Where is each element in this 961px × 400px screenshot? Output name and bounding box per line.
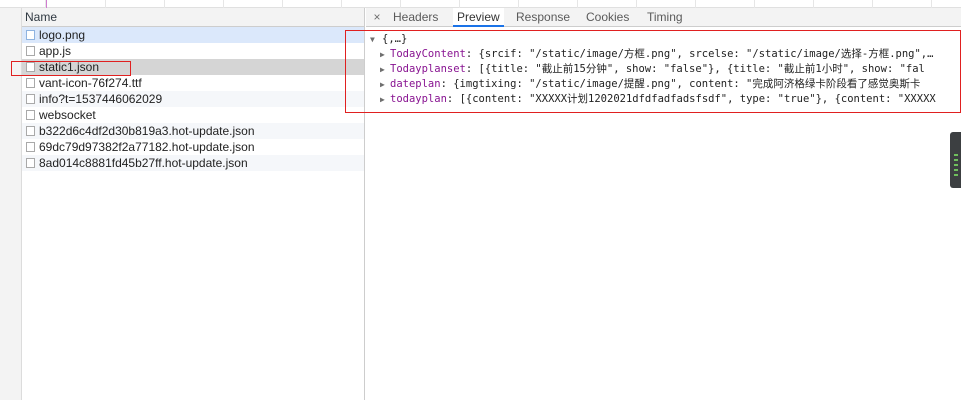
- overview-tick: [931, 0, 932, 8]
- request-row-info[interactable]: info?t=1537446062029: [22, 91, 364, 107]
- overview-strip: [0, 0, 961, 8]
- json-node-todayplan[interactable]: ▶ todayplan: [{content: "XXXXX计划1202021d…: [366, 92, 961, 107]
- overview-tick: [695, 0, 696, 8]
- file-icon: [26, 94, 35, 104]
- detail-tabbar: × Headers Preview Response Cookies Timin…: [366, 8, 961, 27]
- overview-tick: [164, 0, 165, 8]
- request-name: 8ad014c8881fd45b27ff.hot-update.json: [39, 156, 248, 170]
- json-value: [{content: "XXXXX计划1202021dfdfadfadsfsdf…: [459, 93, 936, 105]
- file-icon: [26, 126, 35, 136]
- tab-preview[interactable]: Preview: [453, 8, 504, 27]
- triangle-right-icon[interactable]: ▶: [380, 62, 385, 77]
- request-rows: logo.png app.js static1.json vant-icon-7…: [22, 27, 364, 171]
- json-root-node[interactable]: ▼ {,…}: [366, 32, 961, 47]
- triangle-right-icon[interactable]: ▶: [380, 47, 385, 62]
- overview-marker: [46, 0, 47, 8]
- file-icon: [26, 78, 35, 88]
- grip-line: [954, 174, 958, 176]
- request-detail-pane: × Headers Preview Response Cookies Timin…: [366, 8, 961, 400]
- triangle-right-icon[interactable]: ▶: [380, 92, 385, 107]
- triangle-down-icon[interactable]: ▼: [370, 32, 375, 47]
- request-list: Name logo.png app.js static1.json vant-i…: [22, 8, 365, 400]
- close-icon[interactable]: ×: [370, 8, 384, 26]
- overview-tick: [636, 0, 637, 8]
- request-row-hot-update-2[interactable]: 69dc79d97382f2a77182.hot-update.json: [22, 139, 364, 155]
- overview-tick: [223, 0, 224, 8]
- tab-cookies[interactable]: Cookies: [582, 8, 633, 27]
- overview-tick: [459, 0, 460, 8]
- request-row-websocket[interactable]: websocket: [22, 107, 364, 123]
- request-row-hot-update-1[interactable]: b322d6c4df2d30b819a3.hot-update.json: [22, 123, 364, 139]
- json-colon: :: [465, 63, 479, 75]
- json-colon: :: [465, 48, 479, 60]
- overview-tick: [282, 0, 283, 8]
- tab-timing[interactable]: Timing: [643, 8, 687, 27]
- request-row-app-js[interactable]: app.js: [22, 43, 364, 59]
- overview-tick: [400, 0, 401, 8]
- scroll-handle[interactable]: [950, 132, 961, 188]
- json-node-todayplanset[interactable]: ▶ Todayplanset: [{title: "截止前15分钟", show…: [366, 62, 961, 77]
- json-colon: :: [440, 78, 454, 90]
- file-icon: [26, 62, 35, 72]
- request-name: b322d6c4df2d30b819a3.hot-update.json: [39, 124, 255, 138]
- json-value: {srcif: "/static/image/方框.png", srcelse:…: [478, 48, 934, 60]
- request-row-logo[interactable]: logo.png: [22, 27, 364, 43]
- file-icon: [26, 46, 35, 56]
- json-node-dateplan[interactable]: ▶ dateplan: {imgtixing: "/static/image/提…: [366, 77, 961, 92]
- overview-tick: [577, 0, 578, 8]
- json-preview: ▼ {,…} ▶ TodayContent: {srcif: "/static/…: [366, 27, 961, 107]
- tab-response[interactable]: Response: [512, 8, 574, 27]
- json-node-todaycontent[interactable]: ▶ TodayContent: {srcif: "/static/image/方…: [366, 47, 961, 62]
- json-key: TodayContent: [390, 48, 466, 60]
- json-value: [{title: "截止前15分钟", show: "false"}, {tit…: [478, 63, 925, 75]
- request-row-static1-json[interactable]: static1.json: [22, 59, 364, 75]
- overview-tick: [341, 0, 342, 8]
- json-key: dateplan: [390, 78, 441, 90]
- request-name: vant-icon-76f274.ttf: [39, 76, 142, 90]
- grip-line: [954, 164, 958, 166]
- file-icon: [26, 110, 35, 120]
- grip-line: [954, 169, 958, 171]
- json-key: Todayplanset: [390, 63, 466, 75]
- file-icon: [26, 30, 35, 40]
- tab-headers[interactable]: Headers: [389, 8, 442, 27]
- overview-tick: [813, 0, 814, 8]
- overview-tick: [872, 0, 873, 8]
- file-icon: [26, 158, 35, 168]
- triangle-right-icon[interactable]: ▶: [380, 77, 385, 92]
- name-column-header[interactable]: Name: [22, 8, 364, 27]
- left-gutter: [0, 8, 22, 400]
- json-root-summary: {,…}: [382, 33, 408, 45]
- json-value: {imgtixing: "/static/image/提醒.png", cont…: [453, 78, 921, 90]
- request-name: static1.json: [39, 60, 100, 74]
- overview-tick: [754, 0, 755, 8]
- file-icon: [26, 142, 35, 152]
- request-row-vant-icon[interactable]: vant-icon-76f274.ttf: [22, 75, 364, 91]
- request-name: 69dc79d97382f2a77182.hot-update.json: [39, 140, 255, 154]
- request-name: logo.png: [39, 28, 86, 42]
- json-key: todayplan: [390, 93, 447, 105]
- grip-line: [954, 154, 958, 156]
- request-name: app.js: [39, 44, 72, 58]
- request-row-hot-update-3[interactable]: 8ad014c8881fd45b27ff.hot-update.json: [22, 155, 364, 171]
- grip-line: [954, 159, 958, 161]
- json-colon: :: [446, 93, 460, 105]
- overview-tick: [105, 0, 106, 8]
- request-name: websocket: [39, 108, 96, 122]
- request-name: info?t=1537446062029: [39, 92, 163, 106]
- overview-tick: [518, 0, 519, 8]
